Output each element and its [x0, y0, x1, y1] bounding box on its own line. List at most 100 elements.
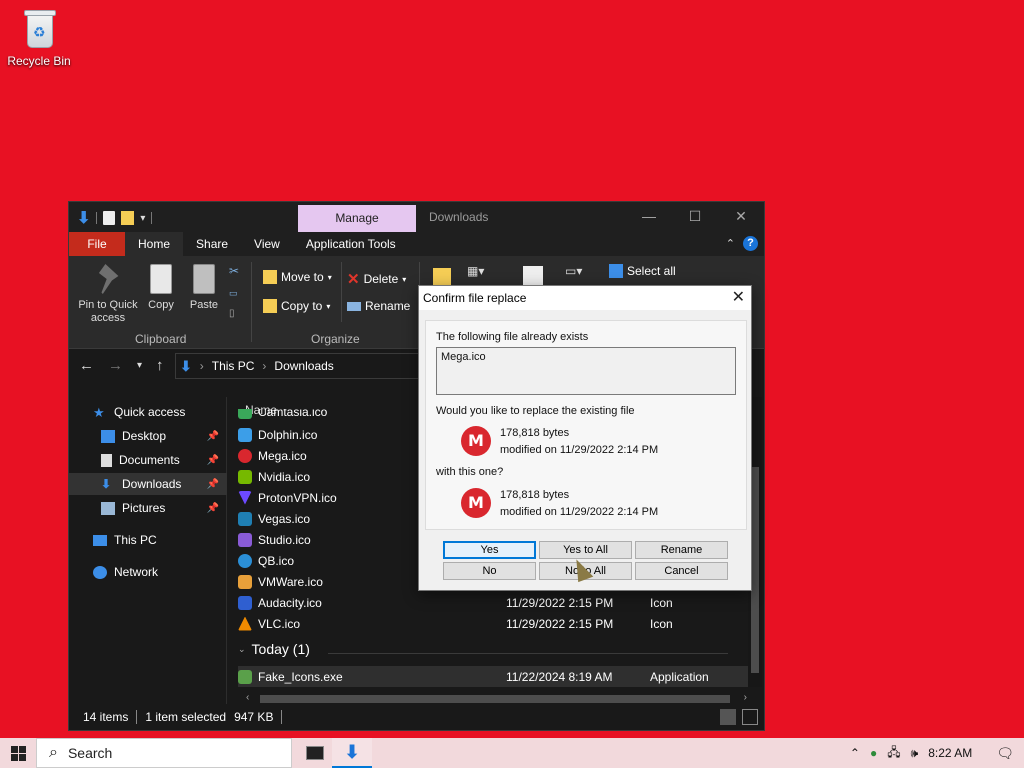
sidebar-item-this-pc[interactable]: This PC [69, 529, 227, 551]
rename-button[interactable]: Rename [347, 299, 410, 313]
navigation-pane: ★ Quick access Desktop 📌 Documents 📌 ⬇ D… [69, 397, 227, 707]
download-icon: ⬇ [101, 476, 112, 491]
camtasia-icon [238, 409, 252, 419]
sidebar-item-label: Quick access [114, 405, 186, 419]
tab-application-tools[interactable]: Application Tools [293, 232, 409, 256]
confirm-file-replace-dialog: Confirm file replace ✕ The following fil… [418, 285, 752, 591]
group-today[interactable]: ⌄ Today (1) [238, 641, 310, 657]
tab-view[interactable]: View [241, 232, 293, 256]
breadcrumb-this-pc[interactable]: This PC [212, 359, 255, 373]
pin-quick-access-button[interactable]: Pin to Quick access [75, 264, 141, 325]
sidebar-item-downloads[interactable]: ⬇ Downloads 📌 [69, 473, 227, 495]
pin-icon[interactable]: 📌 [207, 431, 219, 442]
list-item[interactable]: VLC.ico 11/29/2022 2:15 PM Icon [238, 613, 748, 634]
close-button[interactable]: ✕ [718, 202, 764, 232]
file-date: 11/29/2022 2:15 PM [506, 616, 614, 631]
file-name: VMWare.ico [258, 574, 323, 589]
copy-label: Copy [148, 299, 174, 311]
group-label: Today (1) [251, 641, 310, 657]
help-icon[interactable]: ? [743, 236, 758, 251]
user-icon[interactable]: ● [870, 746, 877, 760]
properties-icon[interactable] [103, 211, 116, 225]
filename-box: Mega.ico [436, 347, 736, 395]
chevron-up-icon[interactable]: ⌃ [850, 746, 860, 760]
file-type: Icon [650, 595, 673, 610]
window-title: Downloads [429, 210, 489, 224]
select-all-button[interactable]: Select all [609, 264, 676, 278]
customize-toolbar-icon[interactable]: ▾ [140, 213, 145, 224]
sidebar-item-quick-access[interactable]: ★ Quick access [69, 401, 227, 423]
file-name: QB.ico [258, 553, 295, 568]
scroll-left-icon[interactable]: ‹ [246, 692, 249, 703]
volume-icon[interactable]: 🕪 [911, 746, 919, 761]
exists-text: The following file already exists [436, 331, 589, 343]
taskbar-search[interactable]: ⌕ Search [36, 738, 292, 768]
delete-button[interactable]: ✕ Delete ▾ [347, 270, 406, 288]
new-item-icon[interactable]: ▦▾ [467, 264, 484, 278]
recent-locations-icon[interactable]: ▾ [137, 360, 142, 374]
network-tray-icon[interactable]: 🖧 [887, 743, 900, 764]
new-folder-icon[interactable] [121, 211, 135, 225]
tab-share[interactable]: Share [183, 232, 241, 256]
recycle-bin[interactable]: ♻ Recycle Bin [6, 8, 72, 68]
pin-icon[interactable]: 📌 [207, 503, 219, 514]
breadcrumb-downloads[interactable]: Downloads [274, 359, 333, 373]
sidebar-item-network[interactable]: Network [69, 561, 227, 583]
sidebar-item-desktop[interactable]: Desktop 📌 [69, 425, 227, 447]
forward-icon[interactable]: → [108, 357, 123, 374]
clock[interactable]: 8:22 AM [928, 746, 972, 760]
maximize-button[interactable]: ☐ [672, 202, 718, 232]
start-button[interactable] [0, 738, 36, 768]
copy-to-button[interactable]: Copy to ▾ [263, 299, 330, 313]
copy-to-label: Copy to [281, 299, 323, 313]
replace-question: Would you like to replace the existing f… [436, 405, 635, 417]
close-icon[interactable]: ✕ [732, 286, 745, 310]
list-item[interactable]: Audacity.ico 11/29/2022 2:15 PM Icon [238, 592, 748, 613]
details-view-icon[interactable] [720, 709, 736, 725]
select-all-icon [609, 264, 623, 278]
paste-shortcut-icon[interactable]: ▯ [229, 308, 235, 319]
move-to-button[interactable]: Move to ▾ [263, 270, 332, 284]
cut-icon[interactable]: ✂ [229, 264, 239, 278]
taskbar-explorer[interactable]: ⬇ [332, 738, 372, 768]
cancel-button[interactable]: Cancel [635, 562, 728, 580]
move-to-icon [263, 270, 277, 284]
up-icon[interactable]: ↑ [156, 357, 164, 374]
tab-home[interactable]: Home [125, 232, 184, 256]
audacity-icon [238, 595, 252, 610]
pin-icon[interactable]: 📌 [207, 479, 219, 490]
no-button[interactable]: No [443, 562, 536, 580]
incoming-modified: modified on 11/29/2022 2:14 PM [500, 506, 659, 518]
selected-count: 1 item selected [145, 710, 227, 724]
file-name: Vegas.ico [258, 511, 311, 526]
back-icon[interactable]: ← [79, 357, 94, 374]
tab-file[interactable]: File [69, 232, 125, 256]
tab-manage[interactable]: Manage [298, 205, 416, 232]
file-name: Nvidia.ico [258, 469, 311, 484]
open-icon[interactable]: ▭▾ [565, 264, 582, 278]
sidebar-item-label: Pictures [122, 501, 166, 515]
delete-icon: ✕ [347, 271, 360, 288]
sidebar-item-documents[interactable]: Documents 📌 [69, 449, 227, 471]
scroll-right-icon[interactable]: › [744, 692, 747, 703]
address-bar[interactable]: ⬇ › This PC › Downloads [175, 353, 435, 379]
paste-button[interactable]: Paste [187, 264, 221, 312]
taskbar-terminal[interactable] [295, 738, 335, 768]
scrollbar-thumb[interactable] [260, 695, 730, 703]
notifications-icon[interactable]: 🗨 [996, 745, 1014, 762]
sidebar-item-pictures[interactable]: Pictures 📌 [69, 497, 227, 519]
minimize-button[interactable]: — [626, 202, 672, 232]
yes-button[interactable]: Yes [443, 541, 536, 559]
dialog-title: Confirm file replace [423, 291, 527, 305]
list-item[interactable]: Fake_Icons.exe 11/22/2024 8:19 AM Applic… [238, 666, 748, 687]
star-icon: ★ [93, 404, 105, 420]
item-count: 14 items [83, 710, 129, 724]
collapse-ribbon-icon[interactable]: ⌃ [726, 237, 735, 250]
pictures-icon [101, 501, 115, 515]
pin-icon[interactable]: 📌 [207, 455, 219, 466]
large-icons-view-icon[interactable] [742, 709, 758, 725]
copy-button[interactable]: Copy [145, 264, 177, 312]
scrollbar-thumb[interactable] [751, 467, 759, 673]
rename-button[interactable]: Rename [635, 541, 728, 559]
copy-path-icon[interactable]: ▭ [229, 288, 238, 299]
